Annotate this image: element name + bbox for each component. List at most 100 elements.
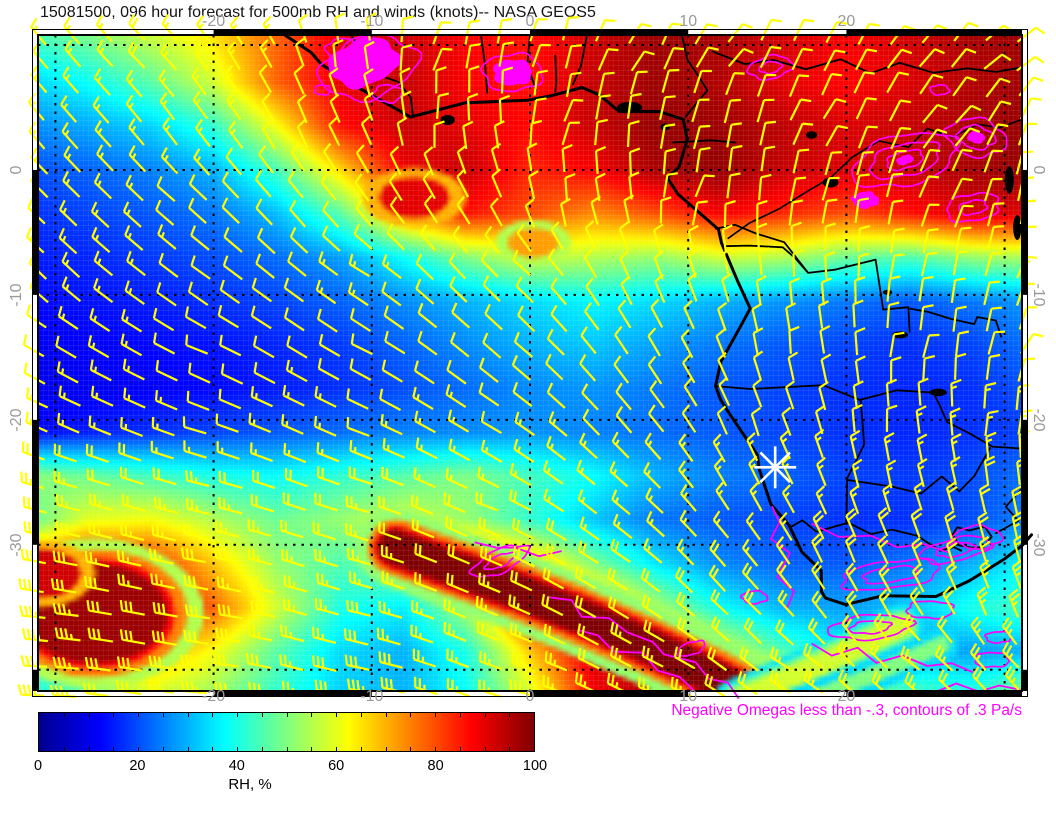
wind-barb bbox=[631, 72, 648, 95]
omega-contour bbox=[747, 55, 795, 81]
wind-barb bbox=[25, 363, 45, 384]
wind-barb bbox=[160, 253, 178, 277]
wind-barb bbox=[1010, 590, 1020, 618]
wind-barb bbox=[92, 227, 109, 252]
lon-tick-label-top: 10 bbox=[679, 13, 697, 31]
wind-barb bbox=[154, 602, 178, 617]
wind-barb bbox=[482, 440, 502, 462]
wind-barb bbox=[812, 534, 822, 562]
wind-barb bbox=[649, 356, 662, 384]
wind-barb bbox=[219, 305, 239, 327]
wind-barb bbox=[24, 334, 44, 356]
wind-barb bbox=[187, 498, 210, 514]
wind-barb bbox=[186, 307, 206, 329]
wind-barb bbox=[54, 657, 79, 669]
wind-barb bbox=[875, 614, 889, 641]
wind-barb bbox=[757, 276, 766, 304]
wind-barb bbox=[215, 547, 239, 562]
wind-barb bbox=[295, 66, 304, 94]
wind-barb bbox=[971, 617, 984, 644]
wind-barb bbox=[186, 605, 210, 619]
wind-barb bbox=[616, 383, 631, 410]
wind-barb bbox=[388, 224, 404, 250]
wind-barb bbox=[57, 521, 80, 537]
lat-tick-label-right: -20 bbox=[1029, 408, 1047, 431]
colorbar-tick bbox=[188, 747, 189, 751]
wind-barb bbox=[412, 600, 434, 618]
wind-barb bbox=[708, 647, 727, 671]
wind-barb bbox=[552, 222, 563, 250]
wind-barb bbox=[546, 651, 567, 670]
wind-barb bbox=[415, 411, 435, 432]
wind-barb bbox=[629, 172, 639, 199]
wind-barb bbox=[679, 434, 692, 461]
wind-barb bbox=[256, 170, 271, 196]
wind-barb bbox=[547, 544, 567, 566]
wind-barb bbox=[480, 651, 502, 669]
wind-barb bbox=[725, 100, 741, 123]
wind-barb bbox=[412, 495, 433, 514]
wind-barb bbox=[444, 493, 465, 513]
wind-barb bbox=[973, 667, 988, 693]
wind-barb bbox=[413, 387, 433, 409]
wind-barb bbox=[89, 522, 112, 538]
wind-barb bbox=[515, 412, 534, 435]
wind-barb bbox=[585, 250, 596, 278]
wind-barb bbox=[786, 303, 795, 330]
wind-barb bbox=[650, 381, 664, 408]
wind-barb bbox=[451, 332, 469, 356]
wind-barb bbox=[127, 95, 142, 122]
country-border bbox=[573, 35, 587, 85]
wind-barb bbox=[642, 568, 660, 592]
wind-barb bbox=[513, 250, 530, 275]
wind-barb bbox=[753, 379, 761, 407]
wind-barb bbox=[794, 20, 814, 41]
wind-barb bbox=[378, 628, 401, 645]
wind-barb bbox=[480, 358, 498, 382]
wind-barb bbox=[29, 94, 44, 121]
colorbar-tick bbox=[237, 747, 238, 751]
wind-barb bbox=[250, 413, 271, 432]
wind-barb bbox=[224, 256, 242, 280]
wind-barb bbox=[450, 253, 466, 279]
wind-barb bbox=[421, 225, 436, 251]
wind-barb bbox=[60, 386, 81, 406]
wind-barb bbox=[621, 277, 631, 305]
wind-barb bbox=[118, 550, 141, 566]
wind-barb bbox=[891, 229, 905, 254]
wind-barb bbox=[745, 618, 762, 643]
wind-barb bbox=[347, 600, 370, 616]
wind-barb bbox=[425, 196, 437, 223]
wind-barb bbox=[920, 305, 933, 330]
wind-barb bbox=[678, 539, 694, 565]
lat-tick-label-left: 0 bbox=[8, 165, 26, 174]
wind-barb bbox=[533, 45, 551, 67]
wind-barb bbox=[351, 359, 371, 380]
wind-barb bbox=[846, 534, 856, 562]
wind-barb bbox=[825, 252, 835, 279]
wind-barb bbox=[314, 522, 336, 540]
wind-barb bbox=[533, 98, 547, 123]
colorbar-tick bbox=[410, 747, 411, 751]
wind-barb bbox=[419, 303, 437, 327]
omega-contour bbox=[862, 566, 918, 584]
wind-barb bbox=[856, 50, 877, 70]
wind-barb bbox=[281, 625, 304, 641]
lon-tick-label-top: 0 bbox=[526, 13, 535, 31]
wind-barb bbox=[984, 282, 1000, 305]
wind-barb bbox=[710, 565, 726, 591]
wind-barb bbox=[92, 386, 113, 406]
wind-barb bbox=[579, 541, 599, 564]
wind-barb bbox=[620, 222, 628, 250]
wind-barb bbox=[544, 567, 564, 588]
wind-barb bbox=[951, 380, 961, 407]
wind-barb bbox=[790, 75, 809, 96]
wind-barb bbox=[418, 331, 437, 355]
wind-barb bbox=[529, 171, 538, 199]
omega-contour-line bbox=[771, 506, 794, 610]
wind-barb bbox=[323, 226, 340, 251]
wind-barb bbox=[151, 573, 175, 588]
wind-barb bbox=[786, 381, 794, 409]
wind-barb bbox=[218, 576, 242, 591]
wind-barb bbox=[611, 539, 630, 562]
